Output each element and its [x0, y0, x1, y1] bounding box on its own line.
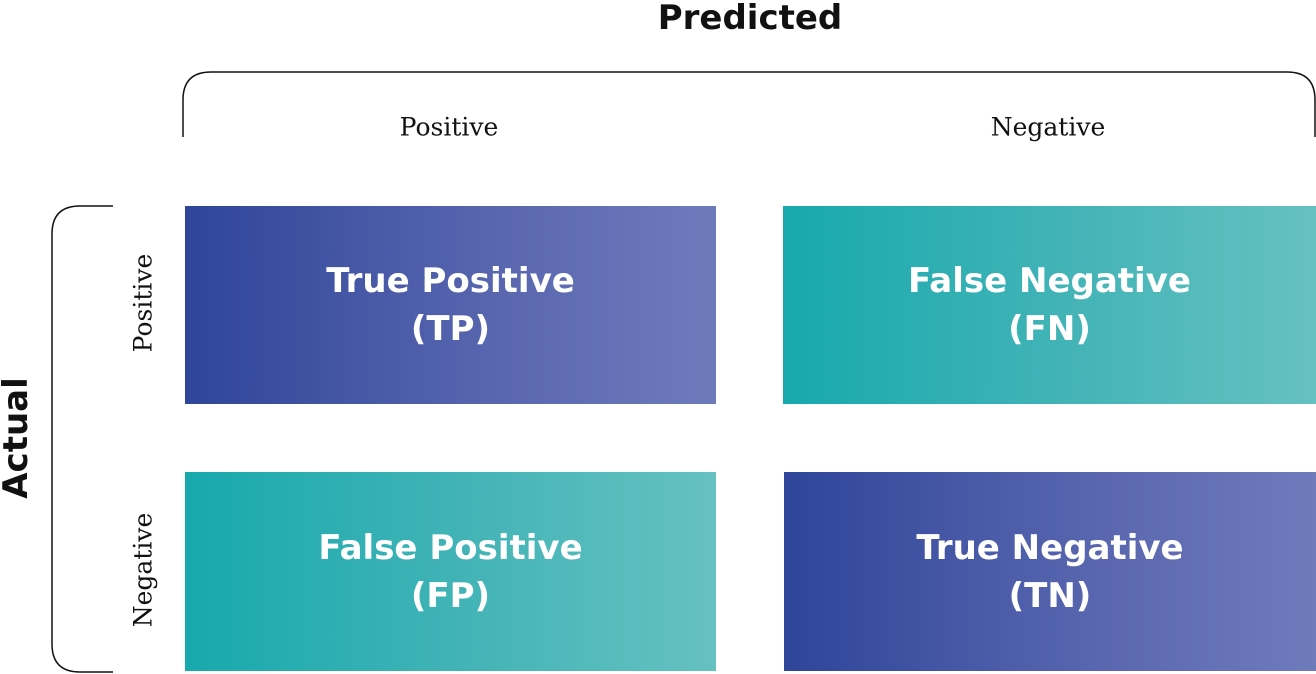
row-label-negative: Negative — [128, 512, 158, 628]
actual-axis-title: Actual — [0, 377, 36, 499]
cell-false-positive: False Positive (FP) — [185, 472, 716, 671]
cell-true-negative: True Negative (TN) — [784, 472, 1316, 671]
cell-title: True Negative — [916, 527, 1184, 568]
column-label-positive: Positive — [399, 112, 499, 142]
cell-abbreviation: (TP) — [410, 309, 491, 349]
cell-abbreviation: (FN) — [1008, 309, 1091, 349]
cell-title: True Positive — [326, 261, 575, 301]
row-label-positive: Positive — [128, 253, 158, 353]
cell-title: False Negative — [908, 261, 1191, 301]
predicted-bracket — [182, 71, 1316, 137]
cell-abbreviation: (TN) — [1008, 575, 1092, 616]
actual-bracket — [51, 205, 113, 673]
cell-title: False Positive — [318, 527, 583, 568]
predicted-axis-title: Predicted — [657, 0, 843, 38]
cell-true-positive: True Positive (TP) — [185, 206, 716, 404]
cell-abbreviation: (FP) — [410, 575, 491, 616]
cell-false-negative: False Negative (FN) — [783, 206, 1316, 404]
column-label-negative: Negative — [990, 112, 1106, 142]
